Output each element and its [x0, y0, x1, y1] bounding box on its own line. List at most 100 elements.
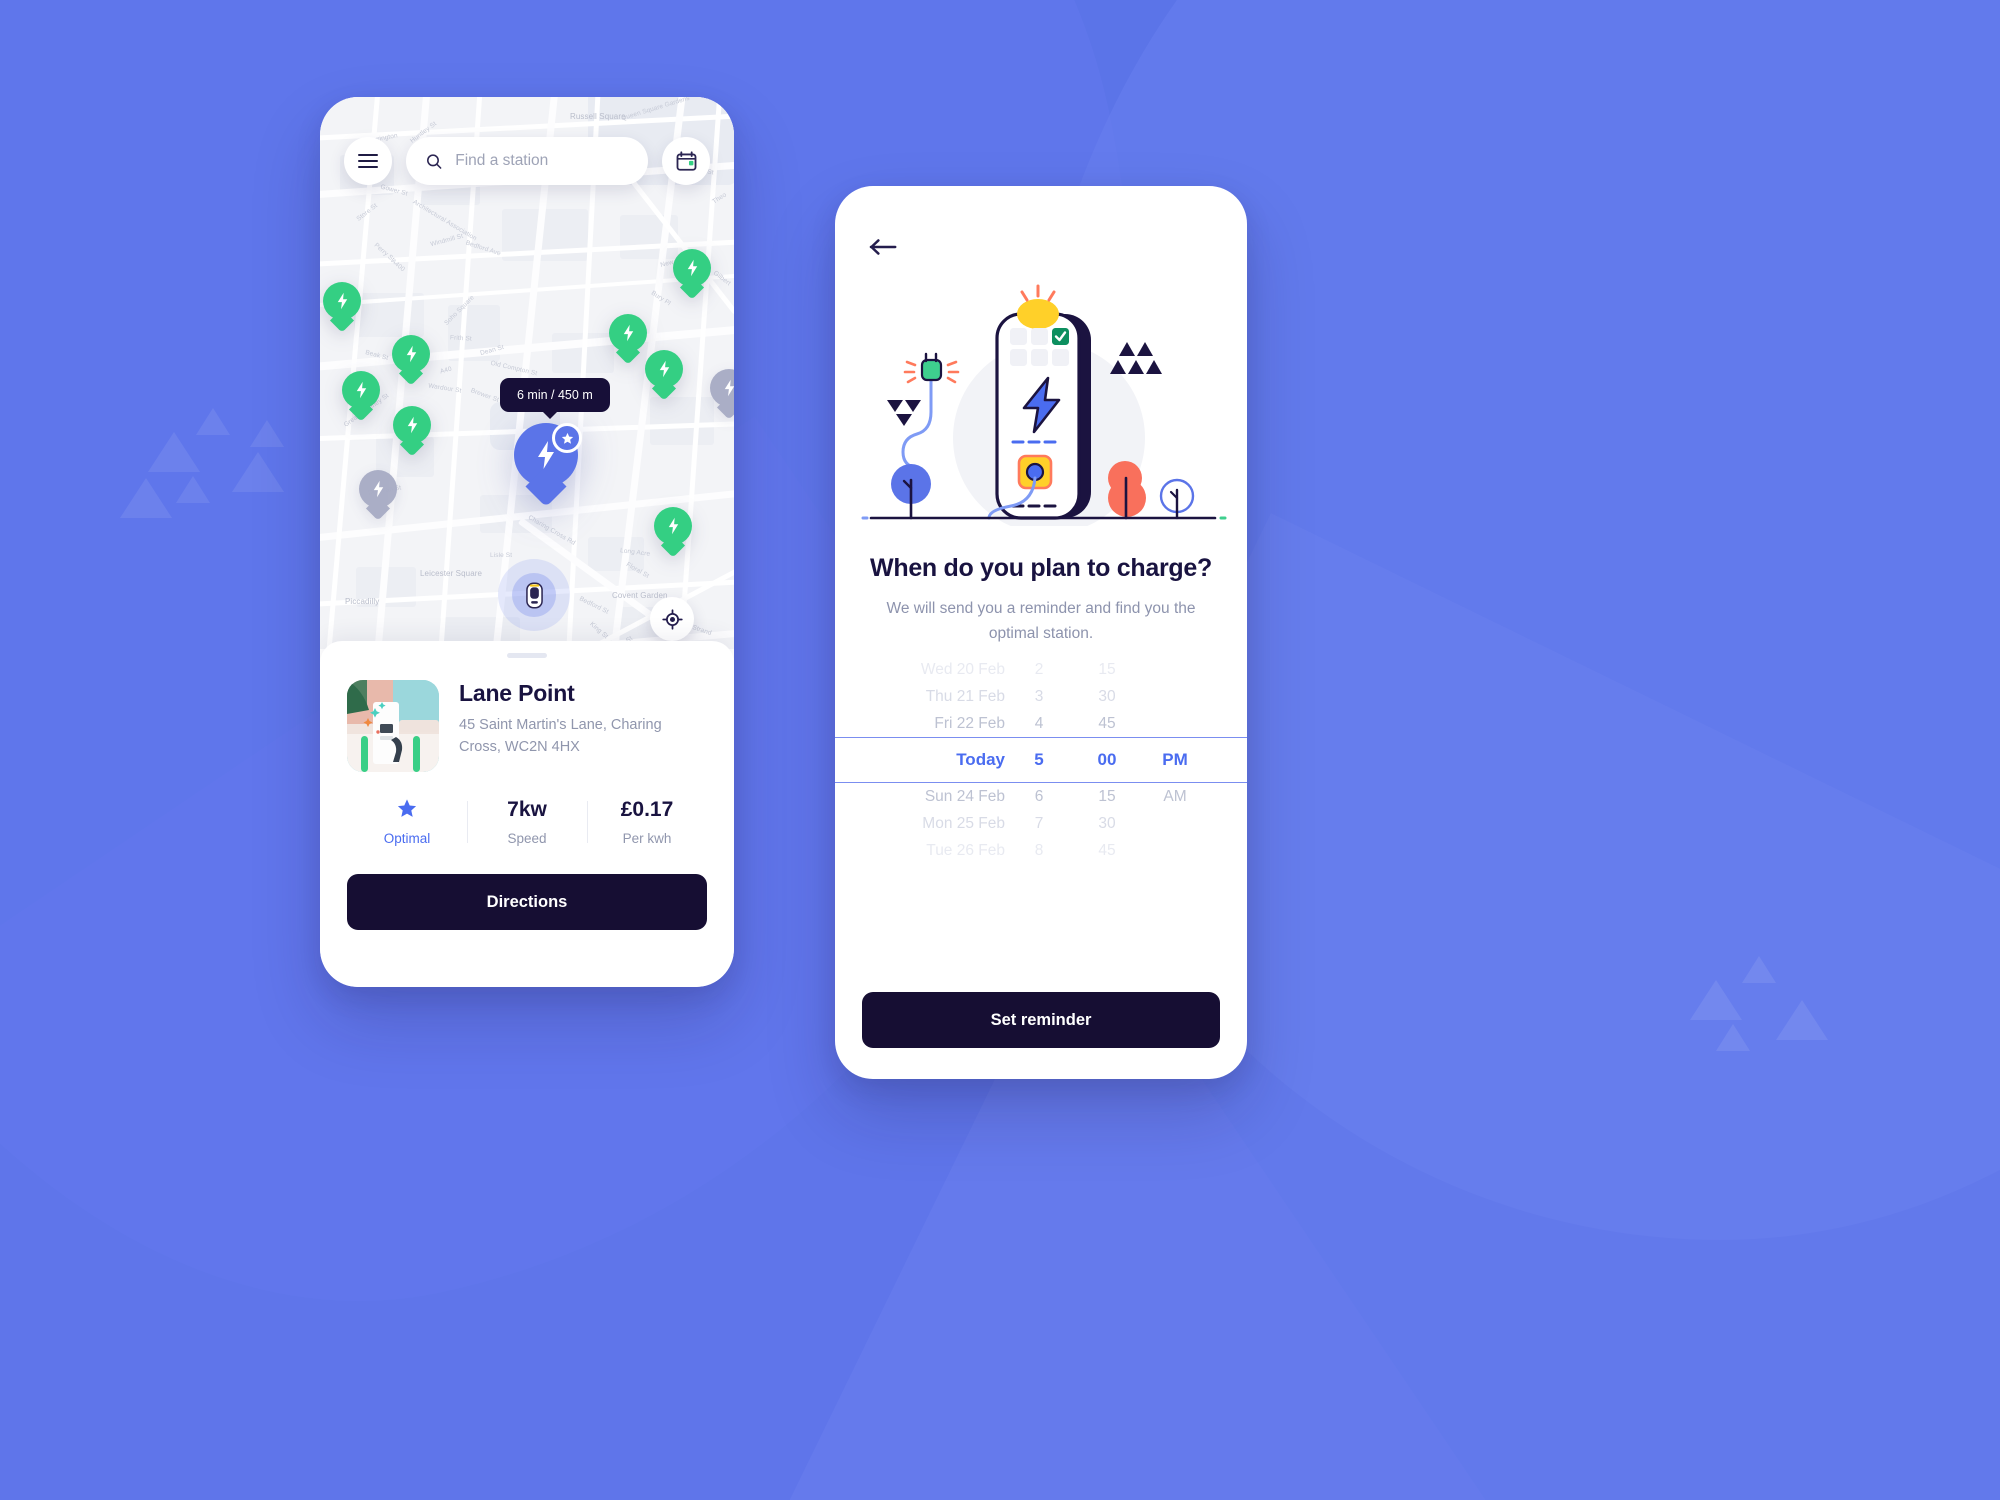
- station-marker-available[interactable]: [323, 282, 361, 328]
- background-triangle: [250, 420, 284, 447]
- picker-row[interactable]: Tue 26 Feb 8 45: [835, 837, 1247, 861]
- directions-button[interactable]: Directions: [347, 874, 707, 930]
- station-marker-available[interactable]: [342, 371, 380, 417]
- picker-row[interactable]: Thu 21 Feb 3 30: [835, 683, 1247, 710]
- route-tooltip: 6 min / 450 m: [500, 378, 610, 419]
- locate-me-button[interactable]: [650, 597, 694, 641]
- map-label: Russell Square: [570, 112, 626, 121]
- reminder-subtitle: We will send you a reminder and find you…: [886, 600, 1196, 643]
- map-label: Piccadilly: [345, 597, 380, 606]
- map-label: Leicester Square: [420, 569, 483, 578]
- selected-station-marker[interactable]: [514, 423, 582, 501]
- reminder-title: When do you plan to charge?: [870, 554, 1212, 582]
- lightning-bolt-icon: [359, 470, 397, 508]
- map-label: Frith St: [449, 334, 472, 343]
- station-marker-available[interactable]: [609, 314, 647, 360]
- favorite-star-badge: [552, 423, 582, 453]
- picker-day: Tue 26 Feb: [926, 841, 1005, 859]
- lightning-bolt-icon: [645, 350, 683, 388]
- picker-ampm: PM: [1162, 750, 1188, 769]
- station-marker-available[interactable]: [645, 350, 683, 396]
- lightning-bolt-icon: [609, 314, 647, 352]
- stat-speed: 7kw Speed: [467, 798, 587, 846]
- set-reminder-button[interactable]: Set reminder: [862, 992, 1220, 1048]
- map-view[interactable]: Russell SquareBloomsbury Square GardenAr…: [320, 97, 734, 649]
- background-triangle: [1716, 1024, 1750, 1051]
- picker-day: Mon 25 Feb: [922, 814, 1005, 832]
- station-summary: Lane Point 45 Saint Martin's Lane, Chari…: [347, 680, 707, 772]
- picker-day: Wed 20 Feb: [920, 660, 1005, 678]
- hamburger-menu-icon: [358, 165, 378, 168]
- map-label: Covent Garden: [612, 591, 668, 600]
- picker-row[interactable]: Wed 20 Feb 2 15: [835, 656, 1247, 683]
- picker-minute: 00: [1097, 750, 1117, 769]
- back-button[interactable]: [869, 232, 907, 262]
- hamburger-menu-icon: [358, 159, 378, 163]
- map-block: [650, 397, 714, 445]
- station-marker-available[interactable]: [673, 249, 711, 295]
- lightning-bolt-icon: [342, 371, 380, 409]
- picker-row[interactable]: Mon 25 Feb 7 30: [835, 810, 1247, 837]
- stat-label: Per kwh: [622, 831, 672, 846]
- station-marker-unavailable[interactable]: [710, 369, 734, 415]
- picker-day: Today: [956, 750, 1005, 769]
- ev-charger-photo: [347, 680, 439, 772]
- picker-day: Sun 24 Feb: [924, 787, 1005, 805]
- picker-ampm: AM: [1163, 787, 1187, 805]
- background-triangle: [176, 476, 210, 503]
- station-detail-sheet: Lane Point 45 Saint Martin's Lane, Chari…: [320, 641, 734, 987]
- picker-selected-row[interactable]: Today 5 00 PM: [835, 737, 1247, 783]
- calendar-icon: [676, 150, 696, 171]
- picker-hour: 3: [1034, 687, 1044, 705]
- background-triangle: [1742, 956, 1776, 983]
- stat-label: Speed: [507, 831, 547, 846]
- background-triangle: [120, 478, 172, 518]
- lightning-bolt-icon: [323, 282, 361, 320]
- picker-minute: 45: [1098, 714, 1116, 732]
- stat-optimal: Optimal: [347, 798, 467, 846]
- picker-minute: 15: [1098, 787, 1116, 805]
- hamburger-menu-icon: [358, 154, 378, 157]
- picker-minute: 30: [1098, 687, 1116, 705]
- optimal-star-wrap: [347, 798, 467, 824]
- picker-rows-below[interactable]: Sun 24 Feb 6 15 AM Mon 25 Feb 7 30 Tue 26 Feb 8 4…: [835, 783, 1247, 861]
- calendar-button[interactable]: [662, 137, 710, 185]
- picker-day: Fri 22 Feb: [934, 714, 1005, 732]
- background-triangle: [148, 432, 200, 472]
- lightning-bolt-icon: [392, 335, 430, 373]
- station-marker-available[interactable]: [392, 335, 430, 381]
- star-icon: [397, 799, 417, 817]
- stat-label: Optimal: [383, 831, 431, 846]
- station-name: Lane Point: [459, 680, 575, 706]
- map-top-controls: [344, 137, 710, 185]
- search-icon: [427, 153, 442, 169]
- picker-minute: 30: [1098, 814, 1116, 832]
- picker-row[interactable]: Sun 24 Feb 6 15 AM: [835, 783, 1247, 810]
- lightning-bolt-icon: [710, 369, 734, 407]
- background-triangle: [1690, 980, 1742, 1020]
- map-label: Lisle St: [490, 552, 513, 559]
- station-marker-unavailable[interactable]: [359, 470, 397, 516]
- lightning-bolt-icon: [393, 406, 431, 444]
- search-bar[interactable]: [406, 137, 648, 185]
- stat-value: 7kw: [507, 798, 547, 821]
- station-thumbnail: [347, 680, 439, 772]
- station-marker-available[interactable]: [654, 507, 692, 553]
- station-address: 45 Saint Martin's Lane, Charing Cross, W…: [459, 717, 662, 756]
- picker-rows-above[interactable]: Wed 20 Feb 2 15 Thu 21 Feb 3 30 Fri 22 Feb 4 45: [835, 656, 1247, 737]
- hamburger-menu-button[interactable]: [344, 137, 392, 185]
- ev-charging-station-illustration: [835, 266, 1247, 534]
- station-marker-available[interactable]: [393, 406, 431, 452]
- picker-hour: 8: [1034, 841, 1044, 859]
- picker-hour: 5: [1034, 750, 1044, 769]
- datetime-picker[interactable]: Wed 20 Feb 2 15 Thu 21 Feb 3 30 Fri 22 Feb 4 45 …: [835, 656, 1247, 861]
- background-triangle: [196, 408, 230, 435]
- picker-row[interactable]: Fri 22 Feb 4 45: [835, 710, 1247, 737]
- locate-crosshair-icon: [661, 608, 683, 630]
- search-input[interactable]: [455, 152, 628, 170]
- arrow-left-icon: [869, 239, 897, 255]
- car-icon: [525, 581, 543, 609]
- picker-minute: 15: [1098, 660, 1116, 678]
- sheet-drag-handle[interactable]: [507, 653, 547, 658]
- background-triangle: [232, 452, 284, 492]
